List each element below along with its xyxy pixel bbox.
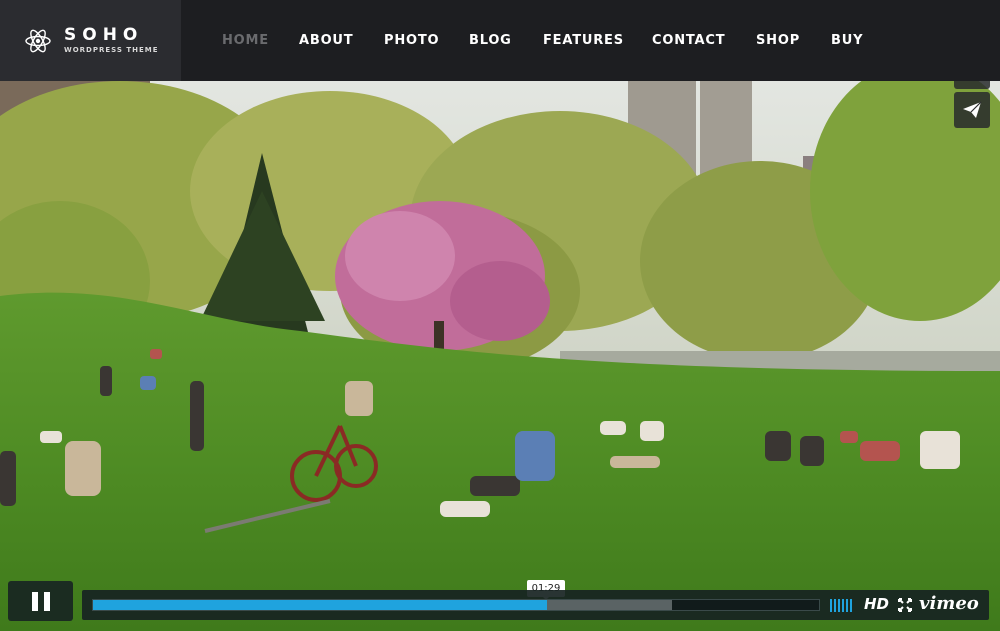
nav-item-shop[interactable]: SHOP — [756, 33, 831, 48]
vimeo-logo-link[interactable]: vimeo — [919, 593, 979, 614]
player-controls: HD vimeo — [82, 590, 989, 620]
park-video-image — [0, 81, 1000, 631]
share-button[interactable] — [954, 92, 990, 128]
nav-item-about[interactable]: ABOUT — [299, 33, 384, 48]
pause-icon — [31, 591, 38, 611]
brand-tagline: WORDPRESS THEME — [64, 46, 159, 54]
volume-bars-icon[interactable] — [830, 598, 854, 612]
nav-item-home[interactable]: HOME — [222, 33, 299, 48]
nav-item-buy[interactable]: BUY — [831, 33, 863, 48]
like-button-partial[interactable] — [954, 81, 990, 89]
pause-button[interactable] — [8, 581, 73, 621]
brand-logo-link[interactable]: SOHO WORDPRESS THEME — [0, 0, 181, 81]
nav-item-contact[interactable]: CONTACT — [652, 33, 756, 48]
nav-item-features[interactable]: FEATURES — [543, 33, 652, 48]
paper-plane-icon — [963, 101, 982, 118]
site-header: SOHO WORDPRESS THEME HOME ABOUT PHOTO BL… — [0, 0, 1000, 81]
main-nav: HOME ABOUT PHOTO BLOG FEATURES CONTACT S… — [222, 0, 863, 81]
progress-played — [93, 600, 548, 610]
nav-item-blog[interactable]: BLOG — [469, 33, 543, 48]
brand-name: SOHO — [64, 25, 144, 45]
video-frame[interactable] — [0, 81, 1000, 631]
hd-button[interactable]: HD — [864, 595, 889, 613]
atom-logo-icon — [25, 29, 51, 52]
nav-item-photo[interactable]: PHOTO — [384, 33, 469, 48]
progress-bar[interactable] — [92, 599, 820, 611]
fullscreen-icon[interactable] — [898, 598, 912, 612]
